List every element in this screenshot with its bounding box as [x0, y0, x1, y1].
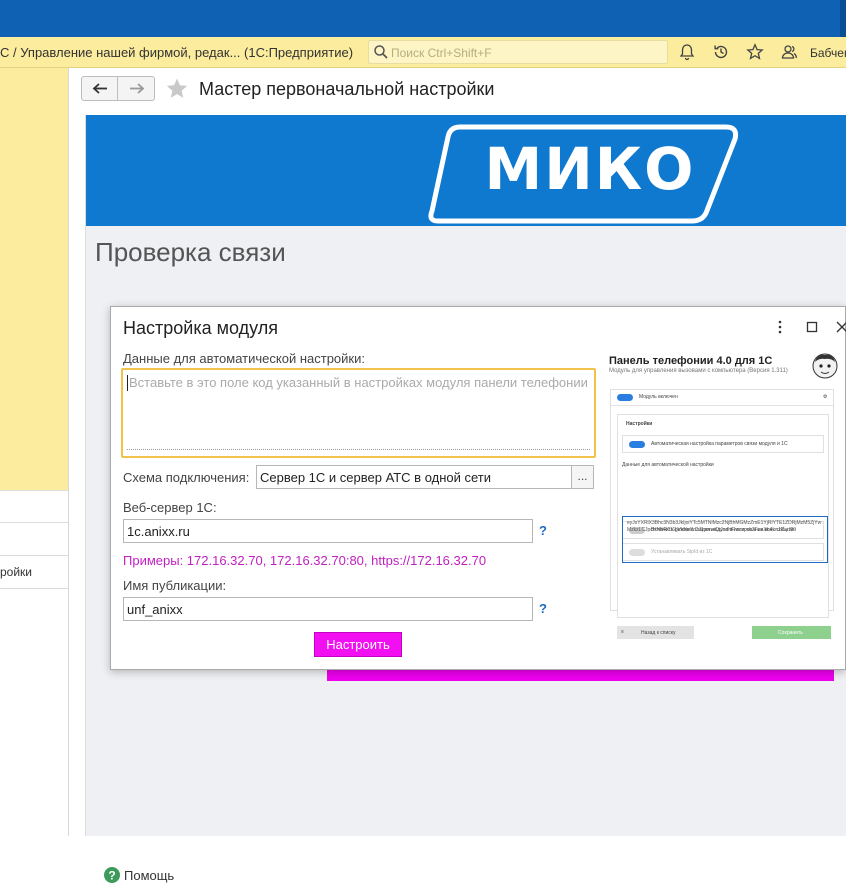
webserver-input[interactable]: 1c.anixx.ru	[123, 519, 533, 543]
top-bar	[0, 0, 846, 37]
publication-value: unf_anixx	[127, 602, 183, 617]
preview-data-label: Данные для автоматической настройки	[622, 462, 714, 468]
dialog-title: Настройка модуля	[123, 318, 278, 338]
title-bar: С / Управление нашей фирмой, редак... (1…	[0, 37, 846, 68]
sidebar-item-label: ройки	[0, 565, 33, 579]
publication-label: Имя публикации:	[123, 578, 227, 593]
form-title: Мастер первоначальной настройки	[199, 79, 495, 99]
search-placeholder: Поиск Ctrl+Shift+F	[391, 46, 492, 60]
text-cursor	[127, 375, 128, 391]
close-icon[interactable]	[834, 319, 846, 335]
users-icon[interactable]	[780, 43, 798, 61]
bell-icon[interactable]	[678, 43, 696, 61]
maximize-icon[interactable]	[804, 319, 820, 335]
examples-hint: Примеры: 172.16.32.70, 172.16.32.70:80, …	[123, 553, 487, 568]
module-settings-dialog: Настройка модуля Данные для автоматическ…	[110, 306, 846, 670]
search-icon	[374, 45, 388, 59]
progress-bar	[327, 669, 834, 681]
preview-back-label: Назад к списку	[641, 630, 676, 636]
sidebar-item[interactable]	[0, 490, 68, 523]
forward-button[interactable]	[119, 77, 155, 100]
auto-setup-label: Автоматическая настройка параметров связ…	[651, 441, 788, 447]
auto-data-label: Данные для автоматической настройки:	[123, 351, 365, 366]
arrow-right-icon	[130, 83, 145, 94]
auto-setup-row: Автоматическая настройка параметров связ…	[622, 435, 824, 453]
search-input[interactable]: Поиск Ctrl+Shift+F	[368, 40, 668, 64]
favorite-star-icon[interactable]	[165, 77, 189, 101]
auto-setup-toggle	[629, 441, 645, 448]
publication-input[interactable]: unf_anixx	[123, 597, 533, 621]
nav-buttons	[81, 76, 155, 101]
preview-code-field: eyJsYXRlX3Bhc3N3b3JkIjoiYTc5MTNlMzc2NjBh…	[622, 516, 828, 563]
preview-header: Модуль включен ⚙	[611, 390, 833, 406]
scheme-value: Сервер 1С и сервер АТС в одной сети	[260, 470, 492, 485]
preview-settings-icon: ⚙	[823, 394, 828, 400]
help-label: Помощь	[124, 868, 175, 883]
mascot-avatar-icon	[812, 353, 838, 379]
step-title: Проверка связи	[95, 237, 286, 267]
top-bar-edge	[840, 0, 846, 37]
preview-title: Панель телефонии 4.0 для 1С	[609, 355, 773, 367]
webserver-help-icon[interactable]: ?	[539, 523, 547, 538]
preview-back-button: ≡ Назад к списку	[617, 626, 694, 639]
preview-save-label: Сохранить	[778, 630, 803, 636]
back-button[interactable]	[82, 77, 118, 100]
more-vertical-icon[interactable]	[772, 319, 788, 335]
app-title: С / Управление нашей фирмой, редак... (1…	[0, 45, 354, 60]
miko-banner: МИКО	[86, 115, 846, 226]
history-icon[interactable]	[712, 43, 730, 61]
banner-logo-text: МИКО	[484, 135, 696, 203]
help-icon: ?	[104, 867, 120, 883]
favorites-star-icon[interactable]	[746, 43, 764, 61]
textarea-underline	[127, 449, 590, 450]
auto-data-placeholder: Вставьте в это поле код указанный в наст…	[129, 375, 588, 390]
webserver-value: 1c.anixx.ru	[127, 524, 190, 539]
miko-logo	[428, 124, 739, 224]
sidebar: ройки	[0, 68, 69, 836]
preview-tab-settings: Настройки	[626, 421, 653, 427]
preview-window: Модуль включен ⚙ Настройки Автоматическа…	[610, 389, 834, 639]
svg-text:?: ?	[108, 869, 115, 883]
sidebar-section-panel	[0, 68, 68, 490]
preview-save-button: Сохранить	[752, 626, 831, 639]
publication-help-icon[interactable]: ?	[539, 601, 547, 616]
webserver-label: Веб-сервер 1С:	[123, 500, 217, 515]
auto-data-textarea[interactable]: Вставьте в это поле код указанный в наст…	[121, 368, 596, 458]
sidebar-item[interactable]	[0, 523, 68, 556]
telephony-panel-preview: Панель телефонии 4.0 для 1С Модуль для у…	[609, 352, 846, 639]
module-toggle	[617, 394, 633, 401]
preview-subtitle: Модуль для управления вызовами с компьют…	[609, 368, 788, 374]
setup-button[interactable]: Настроить	[314, 632, 402, 657]
sidebar-item-settings[interactable]: ройки	[0, 556, 68, 589]
module-enabled-label: Модуль включен	[639, 394, 678, 400]
scheme-select[interactable]: Сервер 1С и сервер АТС в одной сети	[256, 465, 572, 489]
scheme-label: Схема подключения:	[123, 470, 250, 485]
scheme-choose-button[interactable]: ...	[571, 465, 594, 489]
arrow-left-icon	[92, 83, 107, 94]
user-name[interactable]: Бабчен	[810, 46, 846, 60]
